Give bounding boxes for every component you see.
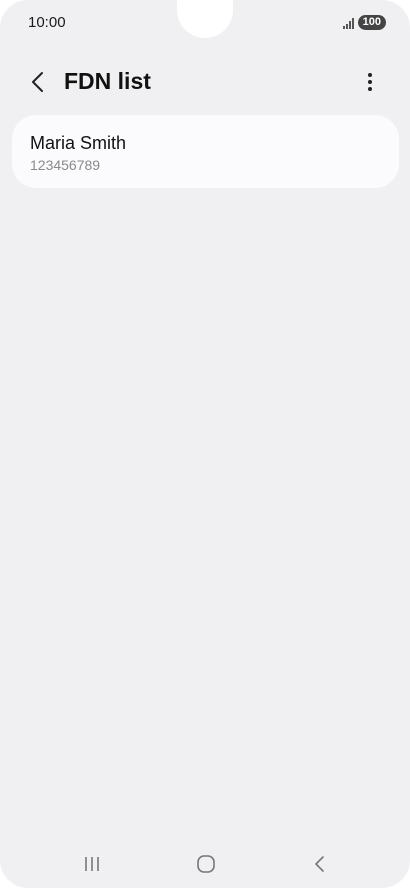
contact-number: 123456789 bbox=[30, 157, 101, 173]
home-icon bbox=[197, 855, 215, 873]
back-button[interactable] bbox=[22, 66, 54, 98]
app-header: FDN list bbox=[0, 60, 410, 104]
page-title: FDN list bbox=[64, 68, 151, 94]
more-vertical-icon bbox=[368, 73, 372, 91]
more-options-button[interactable] bbox=[354, 66, 386, 98]
status-icons: 100 bbox=[342, 15, 386, 30]
battery-icon: 100 bbox=[357, 15, 386, 30]
nav-back-button[interactable] bbox=[300, 849, 340, 879]
signal-icon bbox=[342, 17, 354, 29]
chevron-left-icon bbox=[32, 72, 43, 92]
recent-apps-icon bbox=[85, 857, 99, 871]
phone-screen: 10:00 100 FDN list Maria Smith 123456789 bbox=[0, 0, 410, 888]
contact-name: Maria Smith bbox=[30, 133, 127, 153]
list-item[interactable]: Maria Smith 123456789 bbox=[12, 115, 399, 188]
status-time: 10:00 bbox=[28, 14, 66, 31]
recent-apps-button[interactable] bbox=[72, 849, 112, 879]
camera-notch bbox=[177, 0, 233, 38]
navigation-bar bbox=[0, 843, 410, 885]
home-button[interactable] bbox=[186, 849, 226, 879]
back-icon bbox=[315, 856, 324, 872]
